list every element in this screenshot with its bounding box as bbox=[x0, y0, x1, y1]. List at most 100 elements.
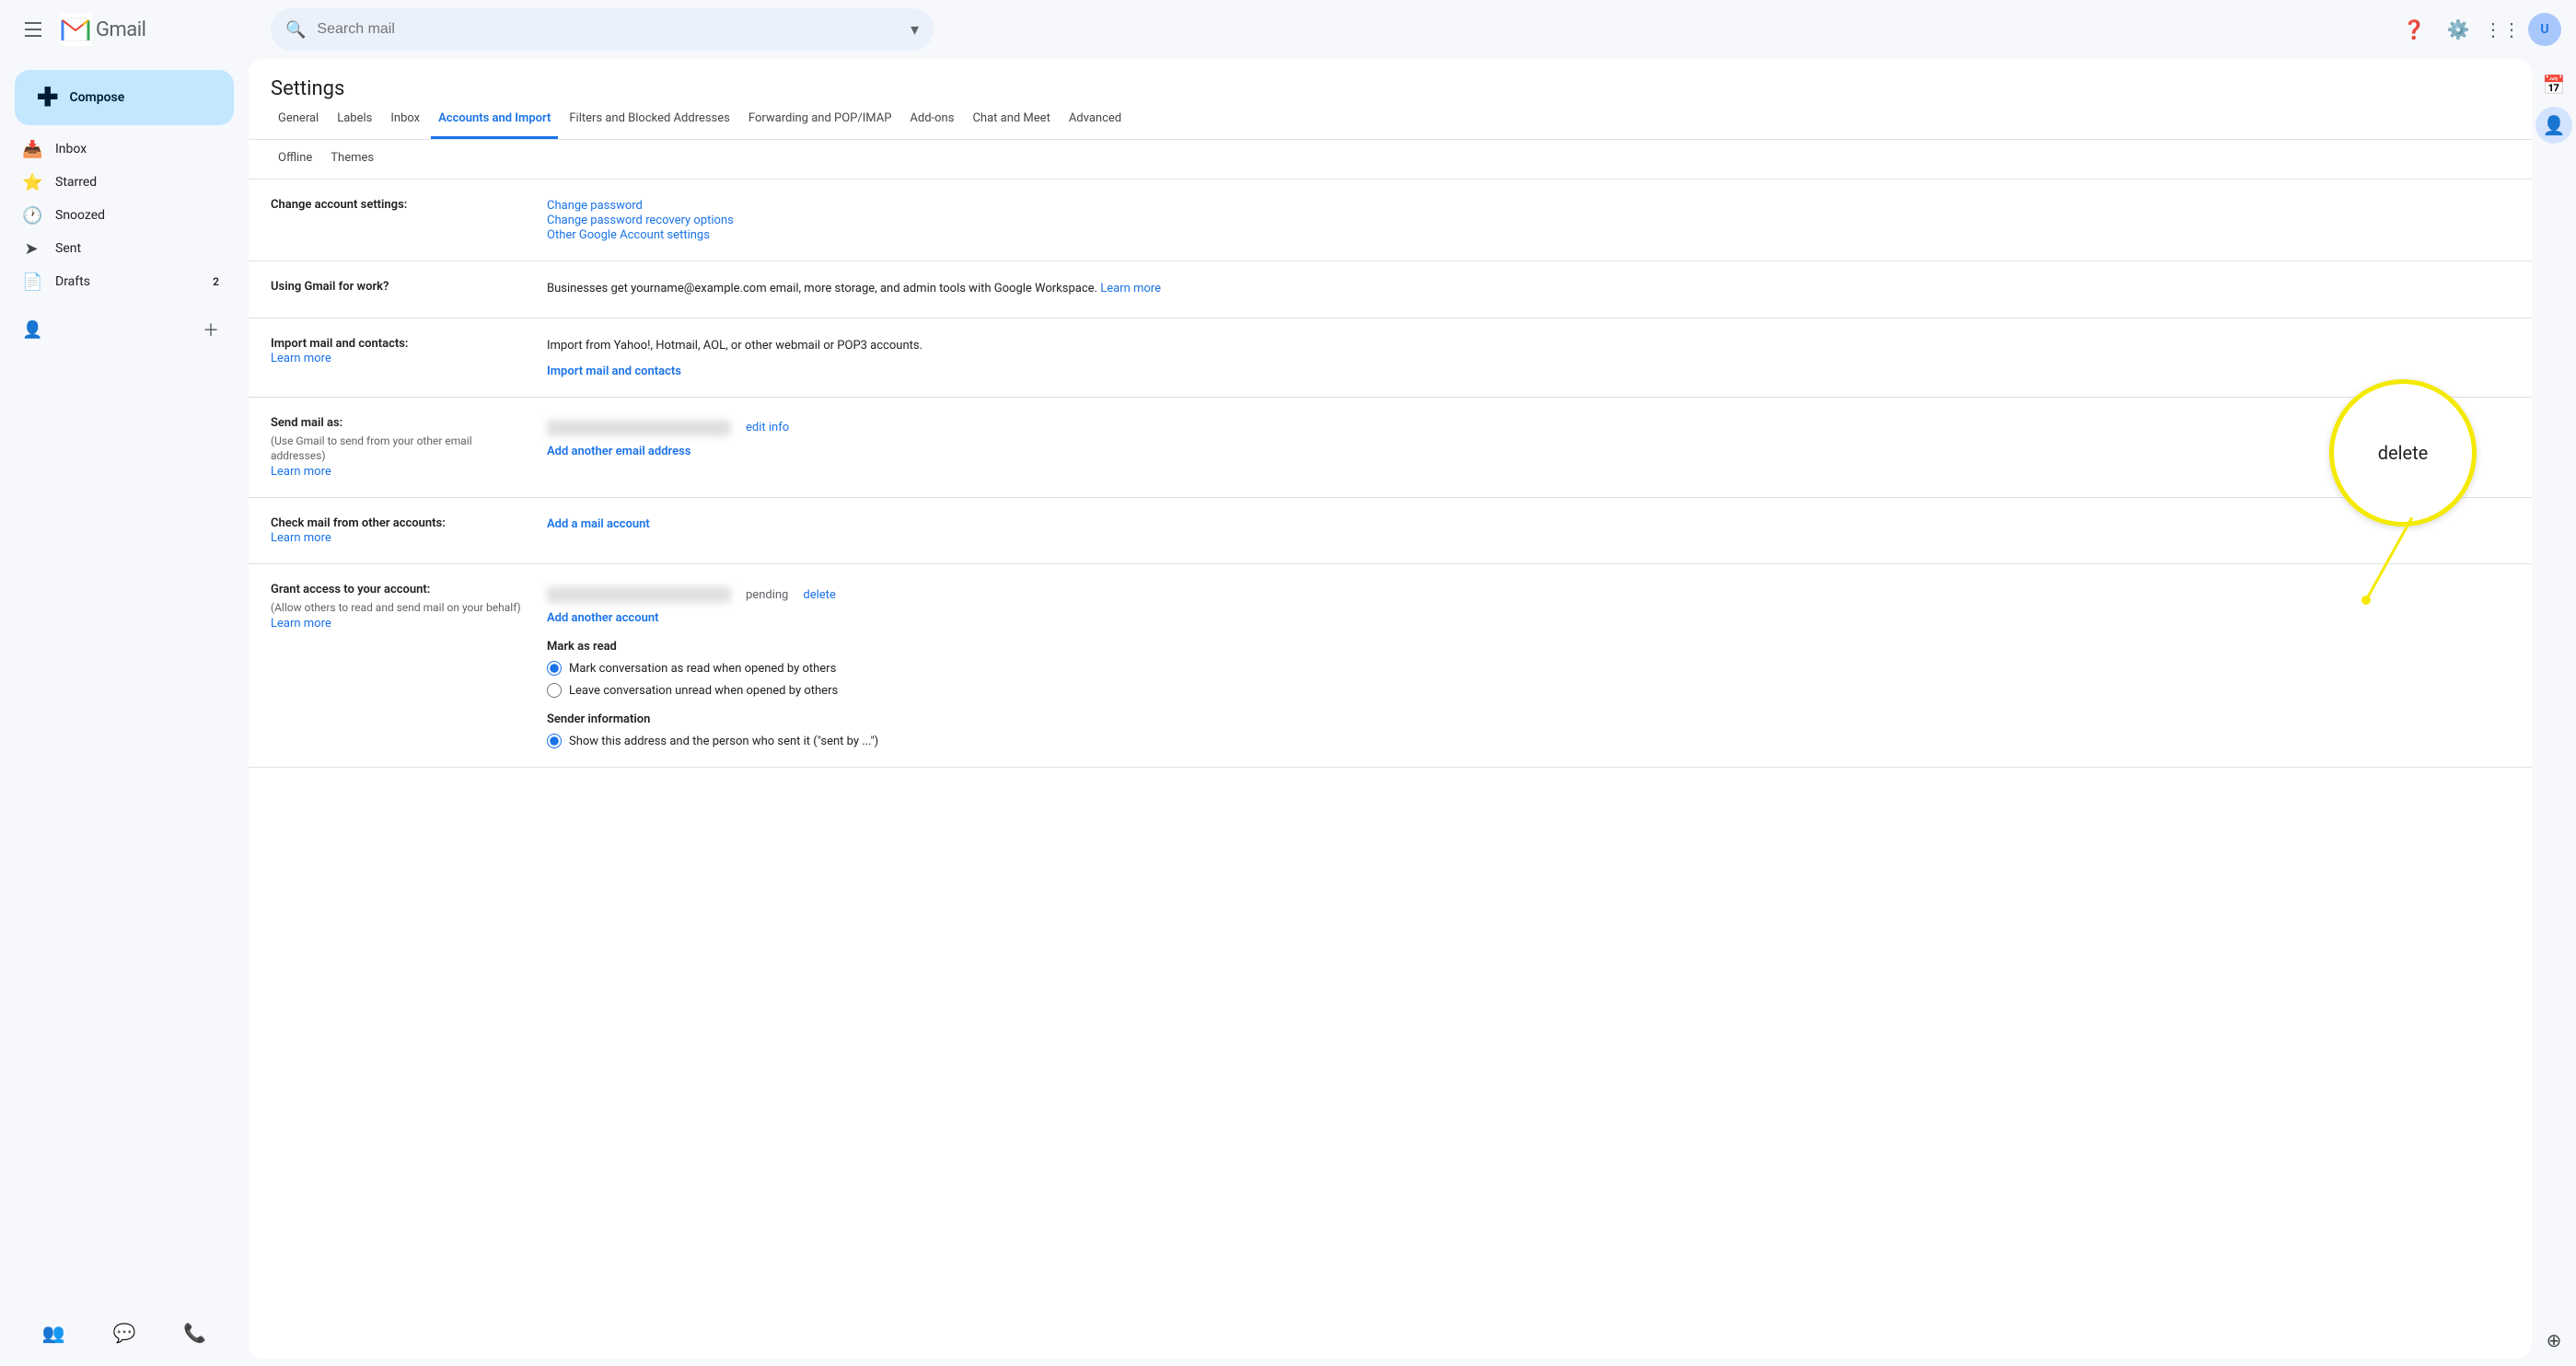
snoozed-icon: 🕐 bbox=[22, 206, 41, 226]
import-mail-contacts-link[interactable]: Import mail and contacts bbox=[547, 365, 681, 378]
radio-item-show-sender[interactable]: Show this address and the person who sen… bbox=[547, 734, 2510, 748]
tab-chat[interactable]: Chat and Meet bbox=[965, 100, 1057, 139]
tab-advanced[interactable]: Advanced bbox=[1062, 100, 1129, 139]
search-input[interactable] bbox=[317, 21, 899, 38]
add-icon: ＋ bbox=[203, 318, 219, 342]
compose-plus-icon: ✚ bbox=[37, 85, 58, 110]
compose-button[interactable]: ✚ Compose bbox=[15, 70, 234, 125]
change-password-recovery-link[interactable]: Change password recovery options bbox=[547, 214, 734, 227]
tab-inbox[interactable]: Inbox bbox=[383, 100, 427, 139]
tab-addons[interactable]: Add-ons bbox=[902, 100, 961, 139]
settings-row-check-mail: Check mail from other accounts: Learn mo… bbox=[249, 498, 2532, 564]
inbox-icon: 📥 bbox=[22, 140, 41, 159]
radio-item-mark-read[interactable]: Mark conversation as read when opened by… bbox=[547, 661, 2510, 676]
sidebar-item-snoozed[interactable]: 🕐 Snoozed bbox=[0, 199, 234, 232]
change-account-label: Change account settings: bbox=[271, 198, 525, 212]
settings-row-change-account: Change account settings: Change password… bbox=[249, 179, 2532, 261]
check-mail-label: Check mail from other accounts: bbox=[271, 516, 525, 530]
grant-access-learn-more-link[interactable]: Learn more bbox=[271, 617, 331, 631]
phone-icon-button[interactable]: 📞 bbox=[177, 1314, 214, 1351]
google-account-settings-link[interactable]: Other Google Account settings bbox=[547, 228, 710, 242]
annotation-overlay: delete bbox=[2329, 379, 2477, 527]
search-dropdown-button[interactable]: ▾ bbox=[911, 20, 919, 40]
snoozed-label: Snoozed bbox=[55, 208, 219, 223]
edit-info-link[interactable]: edit info bbox=[746, 421, 789, 434]
settings-row-gmail-work: Using Gmail for work? Businesses get you… bbox=[249, 261, 2532, 318]
help-button[interactable]: ❓ bbox=[2396, 11, 2432, 48]
annotation-arrow bbox=[2357, 517, 2431, 609]
send-mail-as-label-col: Send mail as: (Use Gmail to send from yo… bbox=[271, 416, 547, 480]
search-bar[interactable]: 🔍 ▾ bbox=[271, 8, 934, 51]
sidebar: ✚ Compose 📥 Inbox ⭐ Starred 🕐 Snoozed ➤ … bbox=[0, 59, 249, 1366]
change-account-label-col: Change account settings: bbox=[271, 198, 547, 242]
radio-item-leave-unread[interactable]: Leave conversation unread when opened by… bbox=[547, 683, 2510, 698]
search-icon: 🔍 bbox=[285, 20, 306, 40]
starred-label: Starred bbox=[55, 175, 219, 190]
radio-mark-read-label: Mark conversation as read when opened by… bbox=[569, 662, 836, 676]
tab-filters[interactable]: Filters and Blocked Addresses bbox=[562, 100, 737, 139]
starred-icon: ⭐ bbox=[22, 173, 41, 192]
sidebar-item-sent[interactable]: ➤ Sent bbox=[0, 232, 234, 265]
people-icon-button[interactable]: 👥 bbox=[35, 1314, 72, 1351]
drafts-badge: 2 bbox=[213, 275, 219, 288]
radio-show-sender-input[interactable] bbox=[547, 734, 562, 748]
grant-access-delete-link[interactable]: delete bbox=[803, 588, 835, 602]
send-mail-as-sublabel: (Use Gmail to send from your other email… bbox=[271, 434, 525, 465]
meet-icon-button[interactable]: 📅 bbox=[2535, 66, 2572, 103]
tab-general[interactable]: General bbox=[271, 100, 326, 139]
grant-access-blurred-email bbox=[547, 586, 731, 603]
tab-themes[interactable]: Themes bbox=[323, 140, 381, 179]
expand-icon-button[interactable]: ⊕ bbox=[2535, 1322, 2572, 1359]
topbar-right: ❓ ⚙️ ⋮⋮ U bbox=[2396, 11, 2561, 48]
avatar[interactable]: U bbox=[2528, 13, 2561, 46]
add-mail-account-link[interactable]: Add a mail account bbox=[547, 517, 650, 531]
main-layout: ✚ Compose 📥 Inbox ⭐ Starred 🕐 Snoozed ➤ … bbox=[0, 59, 2576, 1366]
settings-button[interactable]: ⚙️ bbox=[2440, 11, 2477, 48]
sidebar-item-inbox[interactable]: 📥 Inbox bbox=[0, 133, 234, 166]
annotation-circle: delete bbox=[2329, 379, 2477, 527]
topbar: Gmail 🔍 ▾ ❓ ⚙️ ⋮⋮ U bbox=[0, 0, 2576, 59]
drafts-icon: 📄 bbox=[22, 272, 41, 292]
radio-mark-read-input[interactable] bbox=[547, 661, 562, 676]
tab-labels[interactable]: Labels bbox=[330, 100, 379, 139]
gmail-m-icon bbox=[59, 13, 92, 46]
compose-label: Compose bbox=[69, 90, 124, 105]
check-mail-learn-more-link[interactable]: Learn more bbox=[271, 531, 331, 545]
tab-offline[interactable]: Offline bbox=[271, 140, 319, 179]
radio-leave-unread-input[interactable] bbox=[547, 683, 562, 698]
import-mail-label-col: Import mail and contacts: Learn more bbox=[271, 337, 547, 378]
mark-as-read-radio-group: Mark conversation as read when opened by… bbox=[547, 661, 2510, 698]
tab-forwarding[interactable]: Forwarding and POP/IMAP bbox=[741, 100, 899, 139]
tab-accounts[interactable]: Accounts and Import bbox=[431, 100, 558, 139]
sender-info-radio-group: Show this address and the person who sen… bbox=[547, 734, 2510, 748]
radio-show-sender-label: Show this address and the person who sen… bbox=[569, 735, 878, 748]
sidebar-item-drafts[interactable]: 📄 Drafts 2 bbox=[0, 265, 234, 298]
contacts-icon-button[interactable]: 👤 bbox=[2535, 107, 2572, 144]
import-mail-learn-more-link[interactable]: Learn more bbox=[271, 352, 331, 365]
send-mail-as-learn-more-link[interactable]: Learn more bbox=[271, 465, 331, 479]
settings-tabs2: Offline Themes bbox=[249, 140, 2532, 179]
add-email-address-link[interactable]: Add another email address bbox=[547, 445, 690, 458]
grant-access-row-actions: pending delete bbox=[547, 586, 2510, 603]
settings-tabs: General Labels Inbox Accounts and Import… bbox=[249, 100, 2532, 140]
drafts-label: Drafts bbox=[55, 274, 198, 289]
import-mail-description: Import from Yahoo!, Hotmail, AOL, or oth… bbox=[547, 337, 2510, 356]
sidebar-item-starred[interactable]: ⭐ Starred bbox=[0, 166, 234, 199]
add-another-account-link[interactable]: Add another account bbox=[547, 611, 658, 625]
sidebar-item-add-label[interactable]: 👤 ＋ bbox=[0, 313, 234, 346]
topbar-left: Gmail bbox=[15, 11, 263, 48]
sender-info-title: Sender information bbox=[547, 712, 2510, 726]
gmail-work-learn-more-link[interactable]: Learn more bbox=[1100, 282, 1161, 295]
change-password-link[interactable]: Change password bbox=[547, 199, 643, 213]
apps-button[interactable]: ⋮⋮ bbox=[2484, 11, 2521, 48]
send-mail-as-blurred-email bbox=[547, 420, 731, 436]
settings-title: Settings bbox=[249, 59, 2532, 100]
chat-icon-button[interactable]: 💬 bbox=[106, 1314, 143, 1351]
import-mail-label: Import mail and contacts: bbox=[271, 337, 525, 351]
gmail-title: Gmail bbox=[96, 18, 145, 41]
sent-icon: ➤ bbox=[22, 239, 41, 259]
hamburger-menu-button[interactable] bbox=[15, 11, 52, 48]
settings-content: Change account settings: Change password… bbox=[249, 179, 2532, 768]
gmail-work-value-col: Businesses get yourname@example.com emai… bbox=[547, 280, 2510, 299]
content-area: Settings General Labels Inbox Accounts a… bbox=[249, 59, 2532, 1359]
